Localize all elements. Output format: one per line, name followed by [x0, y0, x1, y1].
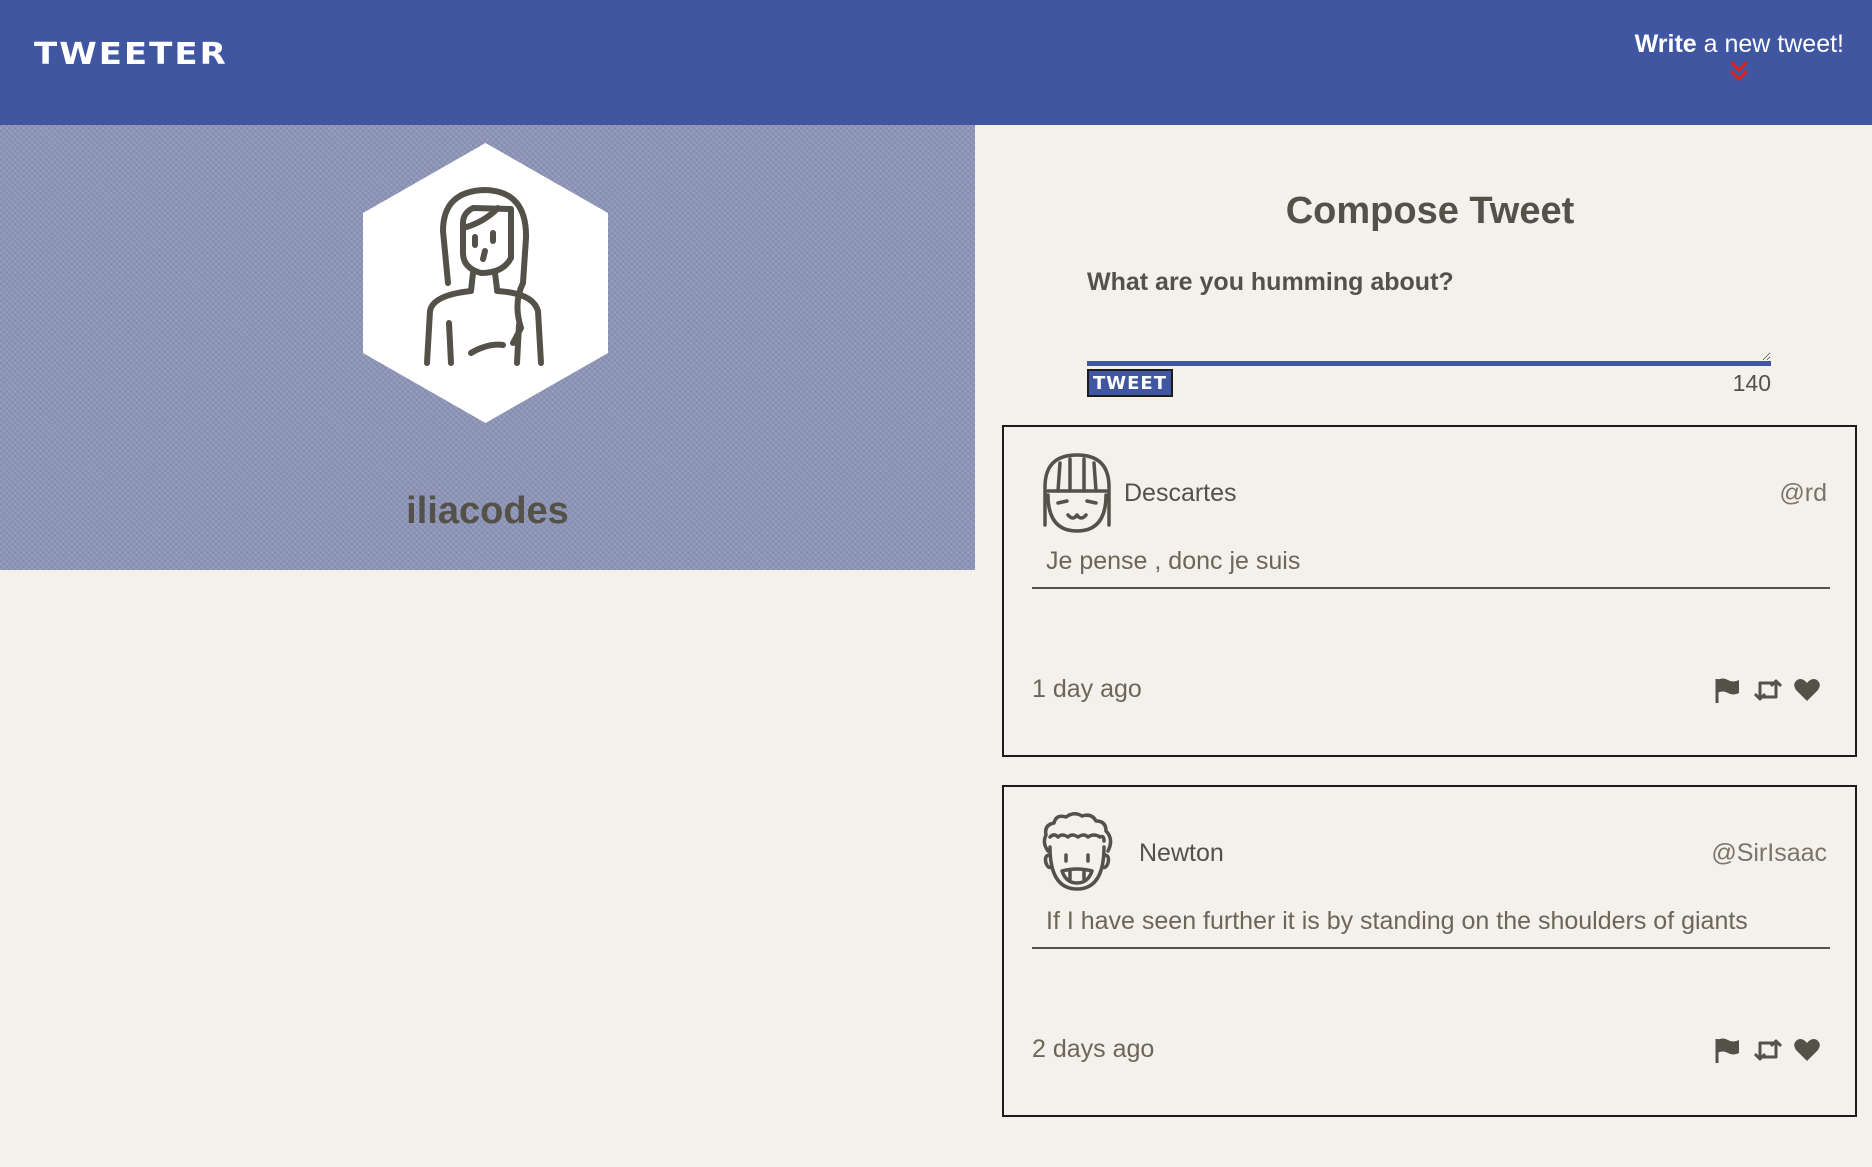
- tweet-submit-button[interactable]: TWEET: [1087, 369, 1173, 397]
- compose-label: What are you humming about?: [1087, 268, 1454, 296]
- tweet-actions: [1713, 677, 1821, 703]
- write-new-tweet-toggle[interactable]: Write a new tweet!: [1635, 30, 1844, 85]
- profile-username: iliacodes: [406, 490, 569, 532]
- girl-avatar-icon: [363, 143, 608, 423]
- write-rest: a new tweet!: [1696, 30, 1844, 58]
- heart-icon[interactable]: [1793, 677, 1821, 703]
- flag-icon[interactable]: [1713, 677, 1741, 703]
- write-strong: Write: [1634, 30, 1697, 58]
- tweet-content: Je pense , donc je suis: [1032, 547, 1830, 589]
- tweet-author-handle: @SirIsaac: [1711, 839, 1827, 867]
- tweet-author-name: Newton: [1139, 839, 1224, 867]
- tweet-author-name: Descartes: [1124, 479, 1237, 507]
- compose-title: Compose Tweet: [1285, 190, 1575, 232]
- tweet-card: Newton @SirIsaac If I have seen further …: [1002, 785, 1857, 1117]
- tweet-timestamp: 1 day ago: [1032, 675, 1142, 703]
- tweet-card: Descartes @rd Je pense , donc je suis 1 …: [1002, 425, 1857, 757]
- tweet-text-input[interactable]: [1087, 300, 1771, 366]
- curly-hair-face-avatar-icon: [1042, 812, 1113, 891]
- tweet-content: If I have seen further it is by standing…: [1032, 907, 1830, 949]
- heart-icon[interactable]: [1793, 1037, 1821, 1063]
- tweet-timestamp: 2 days ago: [1032, 1035, 1155, 1063]
- tweet-actions: [1713, 1037, 1821, 1063]
- retweet-icon[interactable]: [1753, 1037, 1783, 1063]
- brand-logo[interactable]: TWEETER: [34, 36, 228, 72]
- top-nav: TWEETER Write a new tweet!: [0, 0, 1872, 125]
- profile-header: iliacodes: [0, 125, 975, 570]
- character-counter: 140: [1732, 370, 1771, 396]
- retweet-icon[interactable]: [1753, 677, 1783, 703]
- double-chevron-down-icon[interactable]: [1727, 59, 1751, 85]
- flag-icon[interactable]: [1713, 1037, 1741, 1063]
- tweet-author-handle: @rd: [1779, 479, 1827, 507]
- girl-face-avatar-icon: [1043, 453, 1111, 533]
- write-toggle-text: Write a new tweet!: [1635, 30, 1844, 58]
